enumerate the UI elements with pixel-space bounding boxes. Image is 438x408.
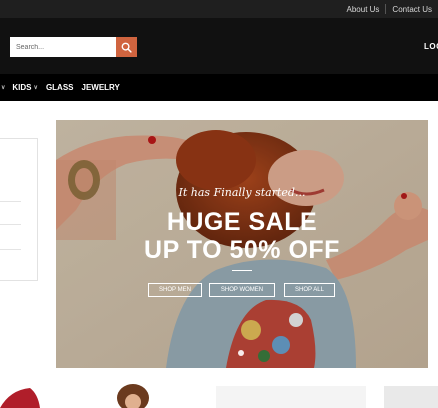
search-input[interactable] bbox=[10, 37, 116, 57]
banner-headline-2: UP TO 50% OFF bbox=[144, 236, 340, 264]
nav-item-kids[interactable]: KIDS ∨ bbox=[12, 83, 38, 92]
product-thumbnail[interactable] bbox=[108, 384, 158, 408]
sidebar-divider bbox=[0, 201, 21, 202]
nav-items: ∨ KIDS ∨ GLASS JEWELRY bbox=[0, 74, 128, 101]
banner-headline-1: HUGE SALE bbox=[166, 208, 318, 236]
nav-item-glass[interactable]: GLASS bbox=[46, 83, 74, 92]
top-links: About Us Contact Us bbox=[347, 0, 432, 18]
chevron-down-icon: ∨ bbox=[33, 85, 38, 91]
product-thumbnail[interactable] bbox=[0, 384, 40, 408]
nav-item-jewelry[interactable]: JEWELRY bbox=[82, 83, 120, 92]
search-button[interactable] bbox=[116, 37, 137, 57]
nav-item-label: JEWELRY bbox=[81, 83, 120, 92]
main-nav: ∨ KIDS ∨ GLASS JEWELRY bbox=[0, 74, 438, 101]
slide-indicator[interactable] bbox=[238, 350, 244, 356]
sidebar-divider bbox=[0, 224, 21, 225]
category-sidebar bbox=[0, 138, 38, 281]
top-utility-bar: About Us Contact Us bbox=[0, 0, 438, 18]
product-thumbnail[interactable] bbox=[216, 386, 366, 408]
banner-tagline: It has Finally started... bbox=[178, 186, 306, 199]
top-link-divider bbox=[385, 4, 387, 14]
sidebar-divider bbox=[0, 249, 21, 250]
search-icon bbox=[121, 42, 132, 53]
nav-item-label: KIDS bbox=[12, 83, 32, 92]
login-link[interactable]: LOG bbox=[424, 42, 438, 51]
contact-us-link[interactable]: Contact Us bbox=[392, 5, 432, 14]
product-thumbnail[interactable] bbox=[384, 386, 438, 408]
shop-men-button[interactable]: SHOP MEN bbox=[148, 283, 202, 297]
about-us-link[interactable]: About Us bbox=[347, 5, 380, 14]
hero-banner[interactable]: It has Finally started... HUGE SALE UP T… bbox=[56, 120, 428, 368]
chevron-down-icon: ∨ bbox=[1, 85, 6, 91]
site-header: LOG bbox=[0, 18, 438, 74]
shop-women-button[interactable]: SHOP WOMEN bbox=[209, 283, 275, 297]
shop-all-button[interactable]: SHOP ALL bbox=[284, 283, 335, 297]
nav-item-label: GLASS bbox=[45, 83, 74, 92]
banner-divider bbox=[232, 270, 252, 271]
